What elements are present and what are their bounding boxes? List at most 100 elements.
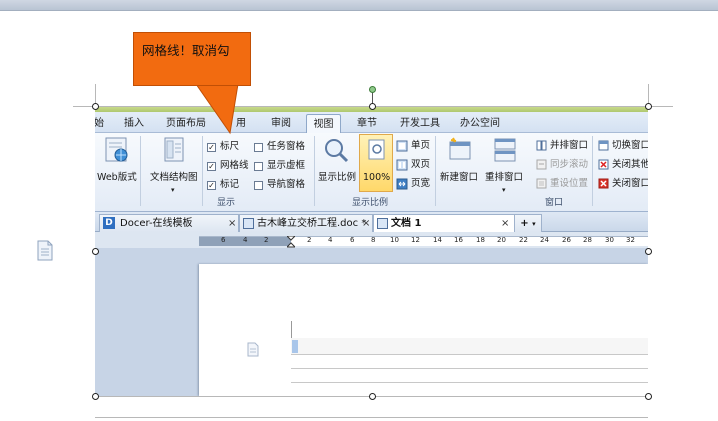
- tab-developer[interactable]: 开发工具: [397, 114, 443, 133]
- indent-marker-icon[interactable]: [285, 234, 297, 248]
- resize-handle-nw[interactable]: [92, 103, 99, 110]
- doc-tab-label: 古木峰立交桥工程.doc *: [257, 218, 367, 229]
- resize-handle-n[interactable]: [369, 103, 376, 110]
- markup-label[interactable]: 标记: [220, 179, 239, 191]
- tab-view[interactable]: 视图: [306, 114, 341, 133]
- top-toolbar-strip: [0, 0, 718, 11]
- gridline-checkbox[interactable]: ✓: [207, 162, 216, 171]
- single-page-label[interactable]: 单页: [411, 140, 430, 152]
- double-page-label[interactable]: 双页: [411, 159, 430, 171]
- switch-window-label[interactable]: 切换窗口: [612, 140, 648, 152]
- close-other-label[interactable]: 关闭其他: [612, 159, 648, 171]
- resize-handle-s[interactable]: [369, 393, 376, 400]
- close-other-icon[interactable]: [598, 159, 609, 170]
- resize-handle-w[interactable]: [92, 248, 99, 255]
- wps-screenshot: 始 插入 页面布局 用 审阅 视图 章节 开发工具 办公空间 Web版式 文档结…: [95, 107, 648, 396]
- nav-pane-checkbox[interactable]: [254, 181, 263, 190]
- resize-handle-sw[interactable]: [92, 393, 99, 400]
- web-layout-icon[interactable]: [104, 137, 130, 163]
- ribbon-panel: Web版式 文档结构图 ▾ ✓ 标尺 ✓ 网格线 ✓ 标记 任务窗格 显示虚框 …: [95, 133, 648, 212]
- ruler-number: 10: [390, 236, 399, 244]
- task-pane-label[interactable]: 任务窗格: [267, 141, 305, 153]
- tab-home[interactable]: 始: [95, 114, 107, 133]
- gridline-label[interactable]: 网格线: [220, 160, 249, 172]
- doc-tab-bridge[interactable]: 古木峰立交桥工程.doc * ×: [239, 214, 373, 232]
- task-pane-checkbox[interactable]: [254, 143, 263, 152]
- arrange-window-icon[interactable]: [492, 137, 518, 163]
- switch-window-icon[interactable]: [598, 140, 609, 151]
- close-icon[interactable]: ×: [228, 215, 236, 232]
- ruler-number: 24: [540, 236, 549, 244]
- document-icon: [377, 218, 388, 229]
- page-width-label[interactable]: 页宽: [411, 178, 430, 190]
- doc-tab-label: Docer-在线模板: [120, 218, 193, 229]
- ruler-number: 18: [476, 236, 485, 244]
- new-tab-button[interactable]: + ▾: [514, 214, 542, 232]
- ruler-number: 6: [221, 236, 226, 244]
- tab-page-layout[interactable]: 页面布局: [163, 114, 209, 133]
- doc-tab-doc1[interactable]: 文档 1 ×: [373, 214, 515, 232]
- side-by-side-icon[interactable]: [536, 140, 547, 151]
- doc-tab-docer[interactable]: D Docer-在线模板 ×: [99, 214, 239, 232]
- rotate-handle[interactable]: [369, 86, 376, 93]
- document-page[interactable]: [199, 264, 648, 396]
- ruler-number: 14: [433, 236, 442, 244]
- zoom-label[interactable]: 显示比例: [318, 172, 356, 184]
- first-text-line[interactable]: [291, 338, 648, 354]
- close-window-icon[interactable]: [598, 178, 609, 189]
- callout-text: 网格线！取消勾: [142, 43, 230, 58]
- single-page-icon[interactable]: [396, 140, 408, 152]
- new-window-icon[interactable]: [447, 137, 473, 163]
- chevron-down-icon[interactable]: ▾: [171, 184, 175, 196]
- ruler-number: 28: [583, 236, 592, 244]
- magnifier-icon[interactable]: [323, 137, 349, 163]
- horizontal-ruler[interactable]: 6 4 2 2 4 6 8 10 12 14 16 18 20 22 24 26…: [199, 234, 648, 248]
- resize-handle-ne[interactable]: [645, 103, 652, 110]
- ruler-number: 32: [626, 236, 635, 244]
- doc-structure-label[interactable]: 文档结构图: [150, 172, 198, 184]
- resize-handle-e[interactable]: [645, 248, 652, 255]
- ruler-number: 20: [497, 236, 506, 244]
- ruler-number: 30: [605, 236, 614, 244]
- ruler-number: 26: [562, 236, 571, 244]
- arrange-window-label[interactable]: 重排窗口: [485, 172, 523, 184]
- reset-position-label: 重设位置: [550, 178, 589, 189]
- doc-structure-icon[interactable]: [163, 137, 185, 163]
- tab-insert[interactable]: 插入: [119, 114, 149, 133]
- ruler-bar: 6 4 2 2 4 6 8 10 12 14 16 18 20 22 24 26…: [95, 232, 648, 248]
- sync-scroll-icon: [536, 159, 547, 170]
- double-page-icon[interactable]: [396, 159, 408, 171]
- separator: [592, 136, 593, 206]
- close-icon[interactable]: ×: [501, 215, 509, 232]
- chevron-down-icon[interactable]: ▾: [532, 220, 536, 228]
- tab-office-space[interactable]: 办公空间: [457, 114, 503, 133]
- document-icon: [37, 240, 53, 261]
- web-layout-label[interactable]: Web版式: [97, 172, 137, 184]
- new-window-label[interactable]: 新建窗口: [440, 172, 478, 184]
- group-zoom-label: 显示比例: [352, 198, 389, 208]
- close-icon[interactable]: ×: [362, 215, 370, 232]
- chevron-down-icon[interactable]: ▾: [502, 184, 506, 196]
- text-cursor: [292, 340, 298, 353]
- reset-position-icon: [536, 178, 547, 189]
- markup-checkbox[interactable]: ✓: [207, 181, 216, 190]
- ruler-label[interactable]: 标尺: [220, 141, 239, 153]
- ruler-number: 12: [411, 236, 420, 244]
- ruler-number: 4: [328, 236, 333, 244]
- side-by-side-label[interactable]: 并排窗口: [550, 140, 588, 152]
- tab-review[interactable]: 审阅: [266, 114, 296, 133]
- page-width-icon[interactable]: [396, 178, 408, 190]
- group-show-label: 显示: [217, 198, 236, 208]
- zoom-100-label[interactable]: 100%: [363, 172, 390, 184]
- nav-pane-label[interactable]: 导航窗格: [267, 179, 305, 191]
- close-window-label[interactable]: 关闭窗口: [612, 178, 648, 190]
- ruler-checkbox[interactable]: ✓: [207, 143, 216, 152]
- tab-section[interactable]: 章节: [352, 114, 382, 133]
- zoom-100-icon: [368, 139, 385, 160]
- tab-reference[interactable]: 用: [232, 114, 250, 133]
- resize-handle-se[interactable]: [645, 393, 652, 400]
- page-bottom-line: [95, 417, 648, 418]
- show-frame-label[interactable]: 显示虚框: [267, 160, 305, 172]
- show-frame-checkbox[interactable]: [254, 162, 263, 171]
- ruler-number: 8: [371, 236, 376, 244]
